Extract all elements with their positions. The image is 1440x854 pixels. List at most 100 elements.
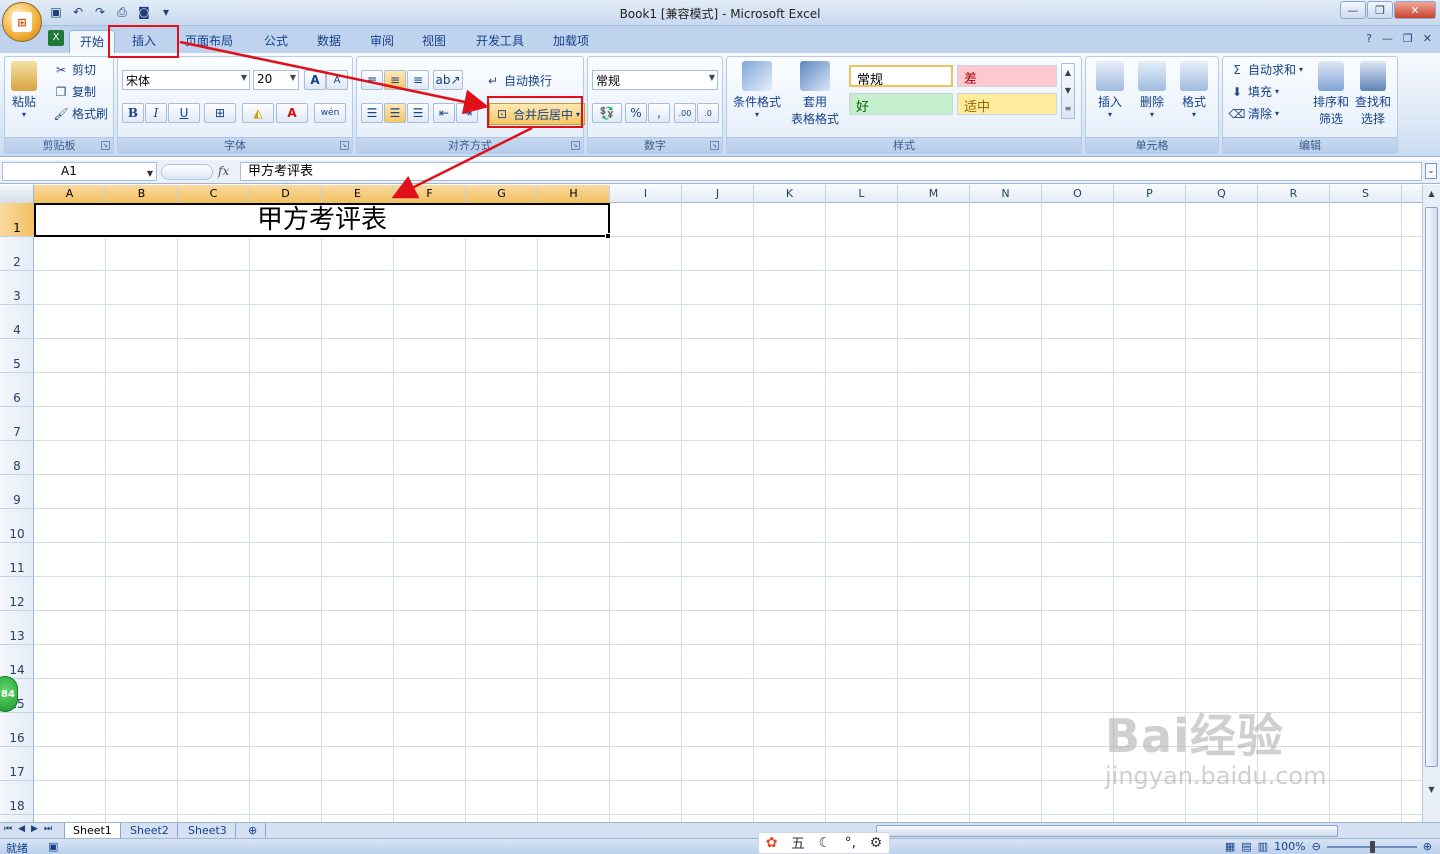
fill-handle[interactable] <box>605 233 611 239</box>
column-header-d[interactable]: D <box>250 185 322 203</box>
align-left-button[interactable]: ☰ <box>361 103 383 123</box>
floating-badge[interactable]: 84 <box>0 676 18 712</box>
column-header-g[interactable]: G <box>466 185 538 203</box>
fill-color-button[interactable]: ◭ <box>242 103 274 123</box>
normal-view-icon[interactable]: ▦ <box>1225 840 1235 853</box>
increase-decimal-button[interactable]: .00 <box>674 103 696 123</box>
insert-cells-button[interactable]: 插入 ▾ <box>1090 61 1130 119</box>
column-header-m[interactable]: M <box>898 185 970 203</box>
font-color-button[interactable]: A <box>276 103 308 123</box>
sheet-tab-3[interactable]: Sheet3 <box>180 823 236 838</box>
row-header-14[interactable]: 14 <box>0 645 34 679</box>
row-header-11[interactable]: 11 <box>0 543 34 577</box>
row-header-7[interactable]: 7 <box>0 407 34 441</box>
close-icon[interactable]: ✕ <box>1394 1 1436 19</box>
wrap-text-button[interactable]: ↵ 自动换行 <box>485 72 552 89</box>
help-icon[interactable]: ? <box>1366 32 1372 45</box>
formula-bar-divider[interactable] <box>161 164 213 180</box>
paste-button[interactable]: 粘贴 ▾ <box>11 61 37 119</box>
cut-button[interactable]: ✂ 剪切 <box>53 61 96 78</box>
merged-cell-a1[interactable]: 甲方考评表 <box>34 203 610 237</box>
clipboard-launcher-icon[interactable]: ↘ <box>101 141 110 150</box>
currency-button[interactable]: 💱 <box>592 103 622 123</box>
sheet-tab-2[interactable]: Sheet2 <box>122 823 178 838</box>
column-header-q[interactable]: Q <box>1186 185 1258 203</box>
tab-developer[interactable]: 开发工具 <box>466 30 534 53</box>
conditional-format-button[interactable]: 条件格式 ▾ <box>731 61 783 119</box>
last-sheet-icon[interactable]: ⏭ <box>44 824 52 834</box>
font-launcher-icon[interactable]: ↘ <box>340 141 349 150</box>
formula-input[interactable]: 甲方考评表 <box>240 162 1422 181</box>
zoom-level[interactable]: 100% <box>1274 840 1305 853</box>
zoom-out-icon[interactable]: ⊖ <box>1312 840 1321 853</box>
page-layout-view-icon[interactable]: ▤ <box>1241 840 1251 853</box>
style-normal[interactable]: 常规 <box>849 65 953 88</box>
column-header-l[interactable]: L <box>826 185 898 203</box>
styles-gallery-scroll[interactable]: ▲ ▼ ≡ <box>1061 63 1075 119</box>
align-center-button[interactable]: ☰ <box>384 103 406 123</box>
align-top-button[interactable]: ≡ <box>361 70 383 90</box>
fill-button[interactable]: ⬇ 填充 ▾ <box>1229 83 1279 100</box>
column-header-c[interactable]: C <box>178 185 250 203</box>
select-all-corner[interactable] <box>0 185 34 203</box>
ribbon-minimize-icon[interactable]: — <box>1382 32 1393 45</box>
grow-font-button[interactable]: A <box>304 70 326 90</box>
shrink-font-button[interactable]: A <box>326 70 348 90</box>
table-format-button[interactable]: 套用 表格格式 <box>785 61 845 127</box>
row-header-4[interactable]: 4 <box>0 305 34 339</box>
tab-data[interactable]: 数据 <box>307 30 351 53</box>
column-header-b[interactable]: B <box>106 185 178 203</box>
row-header-2[interactable]: 2 <box>0 237 34 271</box>
sheet-tab-1[interactable]: Sheet1 <box>64 823 121 838</box>
font-size-combo[interactable]: 20 ▼ <box>253 70 299 90</box>
format-cells-button[interactable]: 格式 ▾ <box>1174 61 1214 119</box>
ribbon-close-icon[interactable]: ✕ <box>1423 32 1432 45</box>
style-good[interactable]: 好 <box>849 93 953 115</box>
vertical-scroll-thumb[interactable] <box>1425 207 1438 767</box>
ribbon-restore-icon[interactable]: ❐ <box>1403 32 1413 45</box>
align-right-button[interactable]: ☰ <box>407 103 429 123</box>
find-select-button[interactable]: 查找和 选择 <box>1353 61 1393 127</box>
horizontal-scroll-thumb[interactable] <box>876 825 1338 837</box>
scroll-up-icon[interactable]: ▲ <box>1425 189 1438 203</box>
zoom-in-icon[interactable]: ⊕ <box>1423 840 1432 853</box>
format-painter-button[interactable]: 🖌 格式刷 <box>53 105 108 122</box>
expand-formula-bar-icon[interactable]: ⌄ <box>1425 163 1437 179</box>
delete-cells-button[interactable]: 删除 ▾ <box>1132 61 1172 119</box>
insert-function-icon[interactable]: fx <box>218 164 229 178</box>
column-header-e[interactable]: E <box>322 185 394 203</box>
clear-button[interactable]: ⌫ 清除 ▾ <box>1229 105 1280 122</box>
column-header-n[interactable]: N <box>970 185 1042 203</box>
tab-view[interactable]: 视图 <box>412 30 456 53</box>
italic-button[interactable]: I <box>145 103 167 123</box>
style-bad[interactable]: 差 <box>957 65 1057 87</box>
autosum-button[interactable]: Σ 自动求和 ▾ <box>1229 61 1303 78</box>
comma-button[interactable]: , <box>648 103 670 123</box>
row-header-9[interactable]: 9 <box>0 475 34 509</box>
column-header-j[interactable]: J <box>682 185 754 203</box>
row-header-3[interactable]: 3 <box>0 271 34 305</box>
ime-mode[interactable]: 五 <box>791 833 805 853</box>
increase-indent-button[interactable]: ⇥ <box>456 103 478 123</box>
row-header-10[interactable]: 10 <box>0 509 34 543</box>
insert-sheet-icon[interactable]: ⊕ <box>240 823 267 838</box>
zoom-slider[interactable] <box>1326 840 1417 853</box>
number-format-combo[interactable]: 常规 ▼ <box>592 70 718 90</box>
office-button[interactable]: ⊞ <box>2 2 42 42</box>
column-header-a[interactable]: A <box>34 185 106 203</box>
row-header-1[interactable]: 1 <box>0 203 34 237</box>
border-button[interactable]: ⊞ <box>204 103 236 123</box>
row-header-8[interactable]: 8 <box>0 441 34 475</box>
bold-button[interactable]: B <box>122 103 144 123</box>
restore-icon[interactable]: ❐ <box>1367 1 1393 19</box>
alignment-launcher-icon[interactable]: ↘ <box>571 141 580 150</box>
scroll-down-icon[interactable]: ▼ <box>1425 785 1438 799</box>
orientation-button[interactable]: ab↗ <box>433 70 463 90</box>
row-header-16[interactable]: 16 <box>0 713 34 747</box>
phonetic-button[interactable]: wén <box>314 103 346 123</box>
align-bottom-button[interactable]: ≡ <box>407 70 429 90</box>
tab-page-layout[interactable]: 页面布局 <box>175 30 243 53</box>
paw-icon[interactable]: ✿ <box>766 835 778 851</box>
number-launcher-icon[interactable]: ↘ <box>710 141 719 150</box>
row-header-18[interactable]: 18 <box>0 781 34 815</box>
